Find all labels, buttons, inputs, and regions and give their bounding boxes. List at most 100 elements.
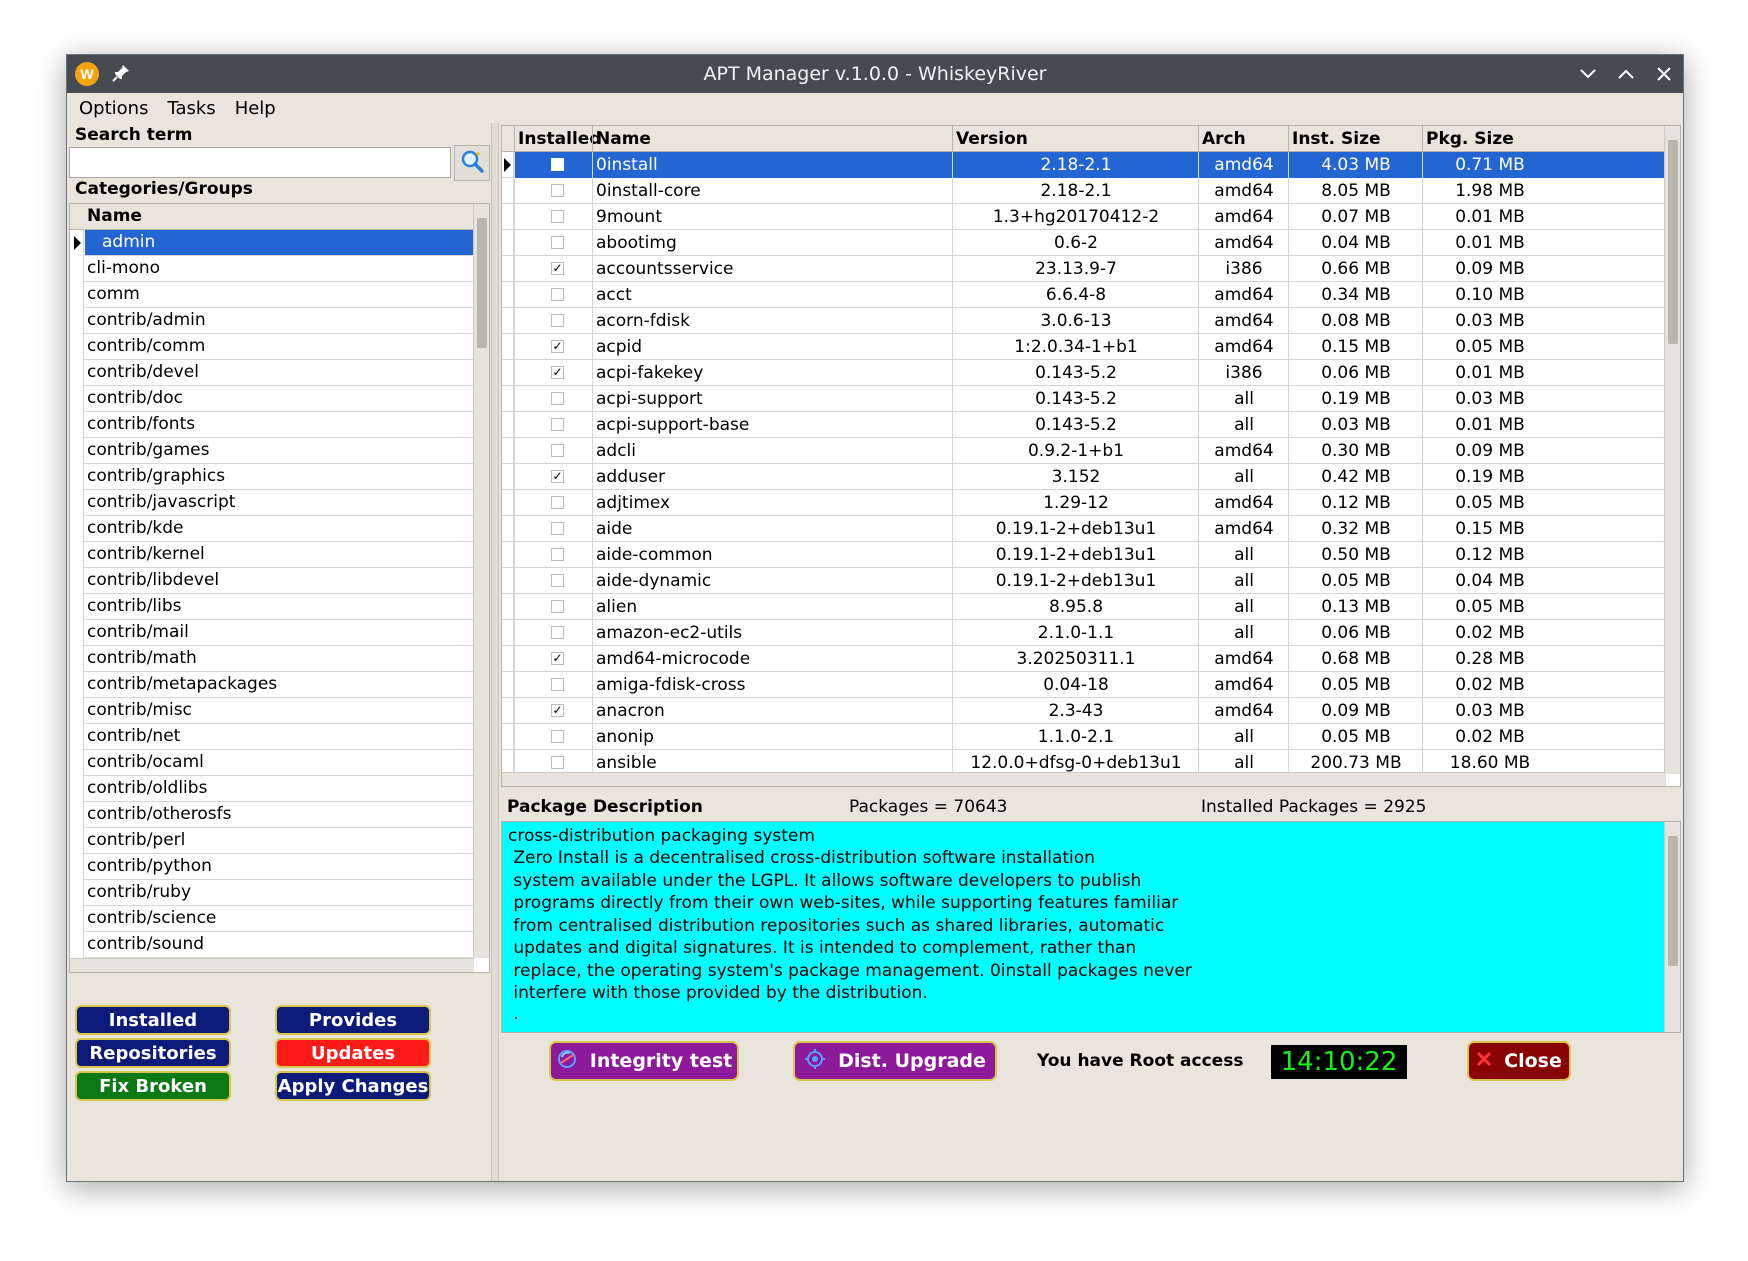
description-vscroll[interactable] xyxy=(1664,822,1680,1032)
installed-checkbox[interactable]: ✓ xyxy=(551,262,564,275)
category-item[interactable]: contrib/metapackages xyxy=(70,672,474,698)
search-input[interactable] xyxy=(69,147,451,178)
category-item[interactable]: contrib/libdevel xyxy=(70,568,474,594)
integrity-test-button[interactable]: Integrity test xyxy=(549,1041,739,1081)
category-item[interactable]: contrib/net xyxy=(70,724,474,750)
header-name[interactable]: Name xyxy=(592,126,952,152)
close-button[interactable]: Close xyxy=(1467,1041,1571,1081)
package-row[interactable]: aide-common 0.19.1-2+deb13u1 all 0.50 MB 0.1… xyxy=(502,542,1666,568)
package-row[interactable]: adjtimex 1.29-12 amd64 0.12 MB 0.05 MB xyxy=(502,490,1666,516)
package-row[interactable]: anonip 1.1.0-2.1 all 0.05 MB 0.02 MB xyxy=(502,724,1666,750)
category-item[interactable]: contrib/comm xyxy=(70,334,474,360)
package-row[interactable]: adcli 0.9.2-1+b1 amd64 0.30 MB 0.09 MB xyxy=(502,438,1666,464)
category-item[interactable]: cli-mono xyxy=(70,256,474,282)
installed-checkbox[interactable]: ✓ xyxy=(551,340,564,353)
packages-vscroll[interactable] xyxy=(1664,126,1680,774)
installed-checkbox[interactable] xyxy=(551,236,564,249)
category-item[interactable]: contrib/science xyxy=(70,906,474,932)
category-item[interactable]: admin xyxy=(70,230,474,256)
category-item[interactable]: contrib/kde xyxy=(70,516,474,542)
package-row[interactable]: acpi-support 0.143-5.2 all 0.19 MB 0.03 MB xyxy=(502,386,1666,412)
category-item[interactable]: contrib/sound xyxy=(70,932,474,958)
pin-icon[interactable] xyxy=(111,63,131,83)
installed-checkbox[interactable] xyxy=(551,392,564,405)
category-item[interactable]: contrib/oldlibs xyxy=(70,776,474,802)
package-row[interactable]: ✓ adduser 3.152 all 0.42 MB 0.19 MB xyxy=(502,464,1666,490)
installed-checkbox[interactable] xyxy=(551,210,564,223)
installed-checkbox[interactable] xyxy=(551,184,564,197)
minimize-icon[interactable] xyxy=(1577,63,1599,85)
category-item[interactable]: contrib/python xyxy=(70,854,474,880)
installed-checkbox[interactable] xyxy=(551,444,564,457)
category-item[interactable]: contrib/misc xyxy=(70,698,474,724)
categories-hscroll[interactable] xyxy=(70,958,474,972)
menu-options[interactable]: Options xyxy=(77,98,150,119)
category-item[interactable]: contrib/kernel xyxy=(70,542,474,568)
category-item[interactable]: contrib/doc xyxy=(70,386,474,412)
panel-splitter[interactable] xyxy=(491,123,499,1181)
installed-checkbox[interactable] xyxy=(551,314,564,327)
category-item[interactable]: contrib/ruby xyxy=(70,880,474,906)
header-pkg-size[interactable]: Pkg. Size xyxy=(1422,126,1666,152)
search-button[interactable] xyxy=(454,145,490,181)
categories-grid[interactable]: Name admin cli-mono comm contrib/admin contr… xyxy=(69,203,490,973)
package-row[interactable]: amazon-ec2-utils 2.1.0-1.1 all 0.06 MB 0.02 … xyxy=(502,620,1666,646)
installed-checkbox[interactable]: ✓ xyxy=(551,652,564,665)
header-version[interactable]: Version xyxy=(952,126,1198,152)
apply-changes-button[interactable]: Apply Changes xyxy=(275,1071,431,1101)
repositories-button[interactable]: Repositories xyxy=(75,1038,231,1068)
package-row[interactable]: ✓ accountsservice 23.13.9-7 i386 0.66 MB 0.09… xyxy=(502,256,1666,282)
category-item[interactable]: contrib/admin xyxy=(70,308,474,334)
package-row[interactable]: 0install 2.18-2.1 amd64 4.03 MB 0.71 MB xyxy=(502,152,1666,178)
installed-checkbox[interactable] xyxy=(551,418,564,431)
category-item[interactable]: contrib/libs xyxy=(70,594,474,620)
installed-checkbox[interactable] xyxy=(551,288,564,301)
package-row[interactable]: ✓ acpi-fakekey 0.143-5.2 i386 0.06 MB 0.01 MB xyxy=(502,360,1666,386)
installed-checkbox[interactable] xyxy=(551,522,564,535)
installed-checkbox[interactable] xyxy=(551,574,564,587)
menu-tasks[interactable]: Tasks xyxy=(165,98,217,119)
header-installed[interactable]: Installed xyxy=(514,126,602,152)
package-row[interactable]: ✓ anacron 2.3-43 amd64 0.09 MB 0.03 MB xyxy=(502,698,1666,724)
category-item[interactable]: contrib/javascript xyxy=(70,490,474,516)
package-row[interactable]: alien 8.95.8 all 0.13 MB 0.05 MB xyxy=(502,594,1666,620)
description-text[interactable]: cross-distribution packaging system Zero… xyxy=(501,821,1681,1033)
installed-checkbox[interactable] xyxy=(551,600,564,613)
installed-checkbox[interactable]: ✓ xyxy=(551,704,564,717)
category-item[interactable]: contrib/fonts xyxy=(70,412,474,438)
category-item[interactable]: contrib/graphics xyxy=(70,464,474,490)
package-row[interactable]: ✓ acpid 1:2.0.34-1+b1 amd64 0.15 MB 0.05 MB xyxy=(502,334,1666,360)
package-row[interactable]: 9mount 1.3+hg20170412-2 amd64 0.07 MB 0.01 M… xyxy=(502,204,1666,230)
maximize-icon[interactable] xyxy=(1615,63,1637,85)
installed-button[interactable]: Installed xyxy=(75,1005,231,1035)
package-row[interactable]: acpi-support-base 0.143-5.2 all 0.03 MB 0.01… xyxy=(502,412,1666,438)
category-item[interactable]: contrib/mail xyxy=(70,620,474,646)
package-row[interactable]: abootimg 0.6-2 amd64 0.04 MB 0.01 MB xyxy=(502,230,1666,256)
package-row[interactable]: amiga-fdisk-cross 0.04-18 amd64 0.05 MB 0.02… xyxy=(502,672,1666,698)
package-row[interactable]: acct 6.6.4-8 amd64 0.34 MB 0.10 MB xyxy=(502,282,1666,308)
category-item[interactable]: contrib/otherosfs xyxy=(70,802,474,828)
categories-vscroll[interactable] xyxy=(473,204,489,958)
installed-checkbox[interactable] xyxy=(551,756,564,769)
installed-checkbox[interactable] xyxy=(551,730,564,743)
installed-checkbox[interactable] xyxy=(551,158,564,171)
dist-upgrade-button[interactable]: Dist. Upgrade xyxy=(793,1041,997,1081)
updates-button[interactable]: Updates xyxy=(275,1038,431,1068)
category-item[interactable]: contrib/games xyxy=(70,438,474,464)
categories-header[interactable]: Name xyxy=(70,204,474,230)
installed-checkbox[interactable] xyxy=(551,626,564,639)
package-row[interactable]: 0install-core 2.18-2.1 amd64 8.05 MB 1.98 MB xyxy=(502,178,1666,204)
header-inst-size[interactable]: Inst. Size xyxy=(1288,126,1422,152)
package-row[interactable]: ✓ amd64-microcode 3.20250311.1 amd64 0.68 MB… xyxy=(502,646,1666,672)
header-arch[interactable]: Arch xyxy=(1198,126,1288,152)
installed-checkbox[interactable] xyxy=(551,548,564,561)
package-row[interactable]: aide 0.19.1-2+deb13u1 amd64 0.32 MB 0.15 MB xyxy=(502,516,1666,542)
menu-help[interactable]: Help xyxy=(233,98,278,119)
fix-broken-button[interactable]: Fix Broken xyxy=(75,1071,231,1101)
installed-checkbox[interactable]: ✓ xyxy=(551,470,564,483)
category-item[interactable]: contrib/ocaml xyxy=(70,750,474,776)
packages-grid[interactable]: Installed Name Version Arch Inst. Size P… xyxy=(501,125,1681,787)
provides-button[interactable]: Provides xyxy=(275,1005,431,1035)
title-bar[interactable]: W APT Manager v.1.0.0 - WhiskeyRiver xyxy=(67,55,1683,93)
category-item[interactable]: contrib/math xyxy=(70,646,474,672)
